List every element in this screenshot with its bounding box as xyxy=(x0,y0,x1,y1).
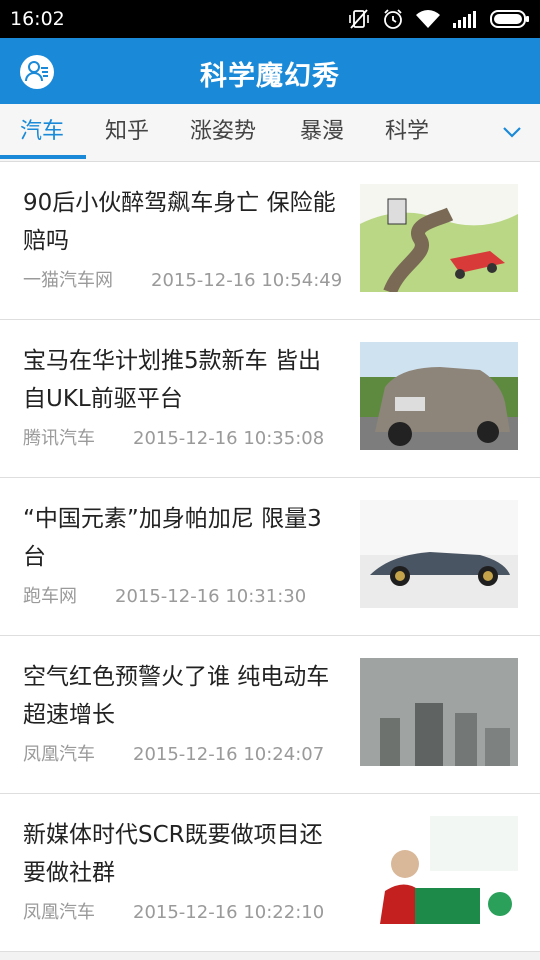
mute-vibrate-icon xyxy=(348,8,370,30)
article-source: 凤凰汽车 xyxy=(23,744,95,765)
article-thumbnail xyxy=(360,184,518,292)
app-title: 科学魔幻秀 xyxy=(200,61,340,92)
article-title: 90后小伙醉驾飙车身亡 保险能赔吗 xyxy=(23,190,336,254)
article-meta: 凤凰汽车 2015-12-16 10:24:07 xyxy=(23,740,324,766)
article-time: 2015-12-16 10:35:08 xyxy=(133,428,325,449)
article-thumbnail xyxy=(360,342,518,450)
status-time: 16:02 xyxy=(10,8,65,30)
tab-zhihu[interactable]: 知乎 xyxy=(105,104,149,159)
list-item[interactable]: 宝马在华计划推5款新车 皆出自UKL前驱平台 腾讯汽车 2015-12-16 10… xyxy=(0,320,540,478)
article-time: 2015-12-16 10:24:07 xyxy=(133,744,325,765)
article-time: 2015-12-16 10:54:49 xyxy=(151,270,343,291)
list-item[interactable]: “中国元素”加身帕加尼 限量3台 跑车网 2015-12-16 10:31:30 xyxy=(0,478,540,636)
article-meta: 跑车网 2015-12-16 10:31:30 xyxy=(23,582,306,608)
article-thumbnail xyxy=(360,816,518,924)
tab-comics[interactable]: 暴漫 xyxy=(300,104,344,159)
article-time: 2015-12-16 10:31:30 xyxy=(115,586,307,607)
signal-icon xyxy=(452,9,478,29)
article-time: 2015-12-16 10:22:10 xyxy=(133,902,325,923)
article-title: 新媒体时代SCR既要做项目还要做社群 xyxy=(23,822,323,886)
article-meta: 腾讯汽车 2015-12-16 10:35:08 xyxy=(23,424,324,450)
alarm-icon xyxy=(382,8,404,30)
article-source: 腾讯汽车 xyxy=(23,428,95,449)
list-item[interactable]: 新媒体时代SCR既要做项目还要做社群 凤凰汽车 2015-12-16 10:22:… xyxy=(0,794,540,952)
status-icons xyxy=(348,8,530,30)
tab-knowledge[interactable]: 涨姿势 xyxy=(190,104,256,159)
article-source: 一猫汽车网 xyxy=(23,270,113,291)
article-source: 凤凰汽车 xyxy=(23,902,95,923)
article-meta: 一猫汽车网 2015-12-16 10:54:49 xyxy=(23,266,342,292)
article-title: 空气红色预警火了谁 纯电动车超速增长 xyxy=(23,664,330,728)
list-item[interactable]: 空气红色预警火了谁 纯电动车超速增长 凤凰汽车 2015-12-16 10:24:… xyxy=(0,636,540,794)
category-tabs: 汽车 知乎 涨姿势 暴漫 科学 xyxy=(0,104,540,162)
article-thumbnail xyxy=(360,658,518,766)
article-title: “中国元素”加身帕加尼 限量3台 xyxy=(23,506,322,570)
chevron-down-icon[interactable] xyxy=(502,124,522,143)
app-bar: 科学魔幻秀 xyxy=(0,38,540,104)
battery-icon xyxy=(490,9,530,29)
tab-science[interactable]: 科学 xyxy=(385,104,429,159)
article-thumbnail xyxy=(360,500,518,608)
article-title: 宝马在华计划推5款新车 皆出自UKL前驱平台 xyxy=(23,348,321,412)
tab-cars[interactable]: 汽车 xyxy=(20,104,64,159)
article-list: 90后小伙醉驾飙车身亡 保险能赔吗 一猫汽车网 2015-12-16 10:54:… xyxy=(0,162,540,952)
article-source: 跑车网 xyxy=(23,586,77,607)
article-meta: 凤凰汽车 2015-12-16 10:22:10 xyxy=(23,898,324,924)
list-item[interactable]: 90后小伙醉驾飙车身亡 保险能赔吗 一猫汽车网 2015-12-16 10:54:… xyxy=(0,162,540,320)
wifi-icon xyxy=(416,9,440,29)
active-tab-indicator xyxy=(0,155,86,159)
status-bar: 16:02 xyxy=(0,0,540,38)
